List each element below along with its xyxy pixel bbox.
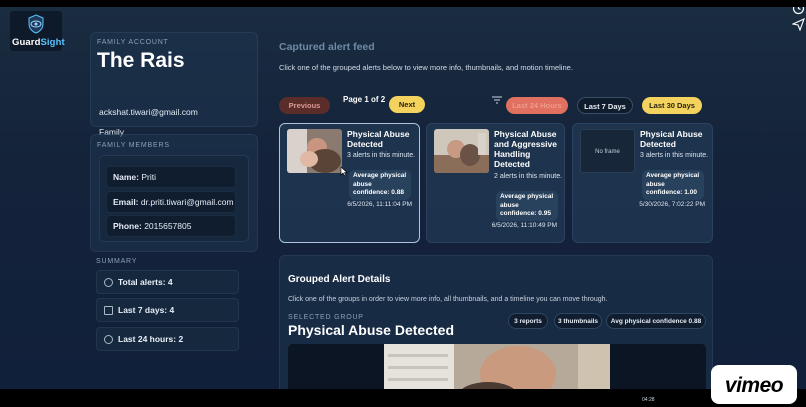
alert-title: Physical Abuse Detected — [640, 129, 703, 149]
alert-frame-image — [288, 344, 706, 389]
calendar-icon — [104, 306, 113, 315]
next-button[interactable]: Next — [389, 96, 425, 113]
feed-title: Captured alert feed — [279, 41, 375, 53]
last-24-hours-stat: Last 24 hours: 2 — [96, 327, 239, 351]
alert-title: Physical Abuse Detected — [347, 129, 410, 149]
summary-label: SUMMARY — [96, 258, 138, 265]
total-alerts-stat: Total alerts: 4 — [96, 270, 239, 294]
member-phone-field: Phone: 2015657805 — [106, 215, 236, 237]
send-icon[interactable] — [792, 18, 805, 31]
family-account-panel: FAMILY ACCOUNT The Rais ackshat.tiwari@g… — [90, 32, 258, 137]
clock-icon — [104, 335, 113, 344]
alert-title: Physical Abuse and Aggressive Handling D… — [494, 129, 557, 169]
clock-icon[interactable] — [792, 7, 805, 15]
confidence-badge: Average physical abuse confidence: 0.95 — [496, 191, 558, 221]
family-members-label: FAMILY MEMBERS — [97, 142, 170, 149]
member-card[interactable]: Name: Priti Email: dr.priti.tiwari@gmail… — [99, 155, 249, 242]
confidence-badge: Average physical abuse confidence: 1.00 — [642, 170, 704, 200]
logo-text: GuardSight — [12, 37, 65, 48]
shield-eye-icon — [28, 14, 44, 34]
member-name-field: Name: Priti — [106, 166, 236, 188]
player-bar — [0, 389, 806, 404]
filter-last-30-days[interactable]: Last 30 Days — [642, 97, 702, 114]
selected-group-label: SELECTED GROUP — [288, 314, 364, 321]
player-time: 04:28 — [642, 397, 655, 403]
grouped-alert-details: Grouped Alert Details Click one of the g… — [279, 255, 713, 389]
family-account-label: FAMILY ACCOUNT — [97, 39, 169, 46]
alert-group-card[interactable]: No frame Physical Abuse Detected 3 alert… — [572, 123, 713, 243]
family-members-panel: FAMILY MEMBERS Name: Priti Email: dr.pri… — [90, 134, 258, 252]
previous-button[interactable]: Previous — [279, 97, 330, 114]
confidence-badge: Average physical abuse confidence: 0.88 — [349, 170, 411, 200]
alert-frame-viewer[interactable] — [288, 344, 706, 389]
alert-count: 3 alerts in this minute. — [347, 152, 416, 159]
eye-icon — [104, 278, 113, 287]
details-hint: Click one of the groups in order to view… — [288, 296, 608, 303]
alert-count: 2 alerts in this minute. — [494, 173, 563, 180]
alert-thumbnail — [434, 129, 489, 173]
filter-icon[interactable] — [492, 96, 502, 104]
alert-timestamp: 5/30/2026, 7:02:22 PM — [639, 201, 705, 208]
thumbnails-pill: 3 thumbnails — [554, 313, 602, 329]
guardsight-logo[interactable]: GuardSight — [10, 11, 65, 51]
alert-group-card[interactable]: Physical Abuse Detected 3 alerts in this… — [279, 123, 420, 243]
alert-thumbnail — [287, 129, 342, 173]
member-email-field: Email: dr.priti.tiwari@gmail.com — [106, 191, 236, 213]
selected-group-name: Physical Abuse Detected — [288, 322, 454, 338]
filter-last-7-days[interactable]: Last 7 Days — [577, 97, 633, 114]
app-screen: GuardSight FAMILY ACCOUNT The Rais acksh… — [0, 7, 806, 389]
account-email: ackshat.tiwari@gmail.com — [99, 107, 198, 117]
vimeo-logo[interactable]: vimeo — [711, 365, 797, 404]
alert-timestamp: 6/5/2026, 11:10:49 PM — [491, 222, 557, 229]
reports-pill: 3 reports — [508, 313, 548, 329]
filter-last-24-hours[interactable]: Last 24 Hours — [506, 97, 568, 114]
alert-timestamp: 6/5/2026, 11:11:04 PM — [347, 201, 412, 208]
last-7-days-stat: Last 7 days: 4 — [96, 298, 239, 322]
alert-count: 3 alerts in this minute. — [640, 152, 709, 159]
alert-group-card[interactable]: Physical Abuse and Aggressive Handling D… — [426, 123, 565, 243]
page-indicator: Page 1 of 2 — [343, 95, 386, 104]
feed-subtitle: Click one of the grouped alerts below to… — [279, 63, 573, 72]
confidence-pill: Avg physical confidence 0.88 — [606, 313, 706, 329]
no-frame-placeholder: No frame — [580, 129, 635, 173]
account-name: The Rais — [97, 49, 185, 72]
details-title: Grouped Alert Details — [288, 274, 391, 285]
mouse-cursor-icon — [340, 166, 348, 177]
